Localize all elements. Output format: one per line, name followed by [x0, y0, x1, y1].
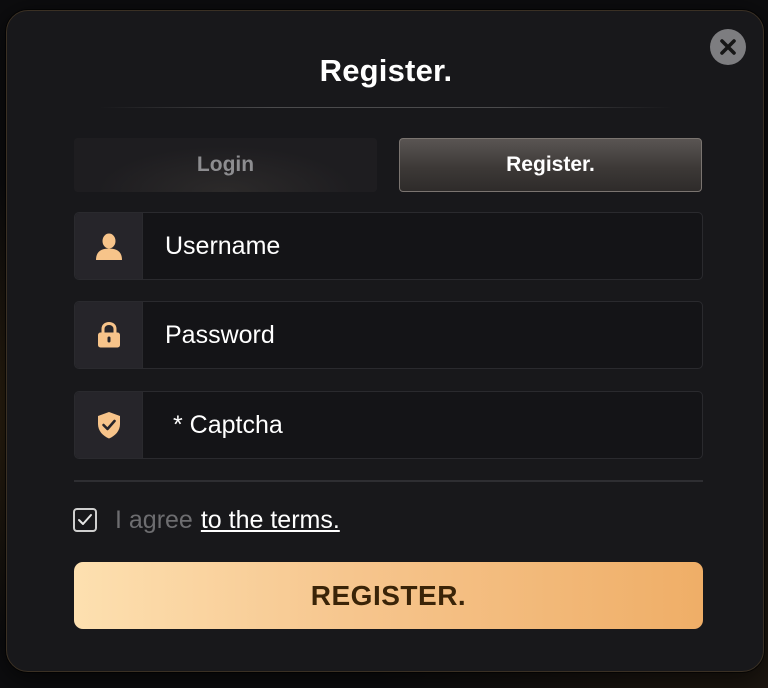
tab-login[interactable]: Login [74, 138, 377, 192]
terms-link[interactable]: to the terms. [201, 506, 340, 535]
agree-checkbox[interactable] [73, 508, 97, 532]
captcha-field [74, 391, 703, 459]
username-input[interactable] [143, 213, 702, 279]
password-field [74, 301, 703, 369]
agree-text: I agree [115, 505, 193, 534]
user-icon [95, 233, 122, 260]
captcha-input[interactable] [143, 392, 702, 458]
captcha-icon-box [75, 392, 143, 458]
username-field [74, 212, 703, 280]
modal-title: Register. [319, 53, 453, 88]
lock-icon [97, 321, 120, 348]
title-divider [99, 107, 673, 108]
shield-check-icon [97, 412, 120, 439]
check-icon [78, 514, 92, 525]
section-divider [74, 480, 703, 482]
password-input[interactable] [143, 302, 702, 368]
register-submit-button[interactable]: REGISTER. [74, 562, 703, 629]
password-icon-box [75, 302, 143, 368]
agreement-row: I agree to the terms. [73, 505, 340, 535]
username-icon-box [75, 213, 143, 279]
register-modal: Register. Login Register. Username * Cap… [6, 10, 764, 672]
tab-register[interactable]: Register. [399, 138, 702, 192]
